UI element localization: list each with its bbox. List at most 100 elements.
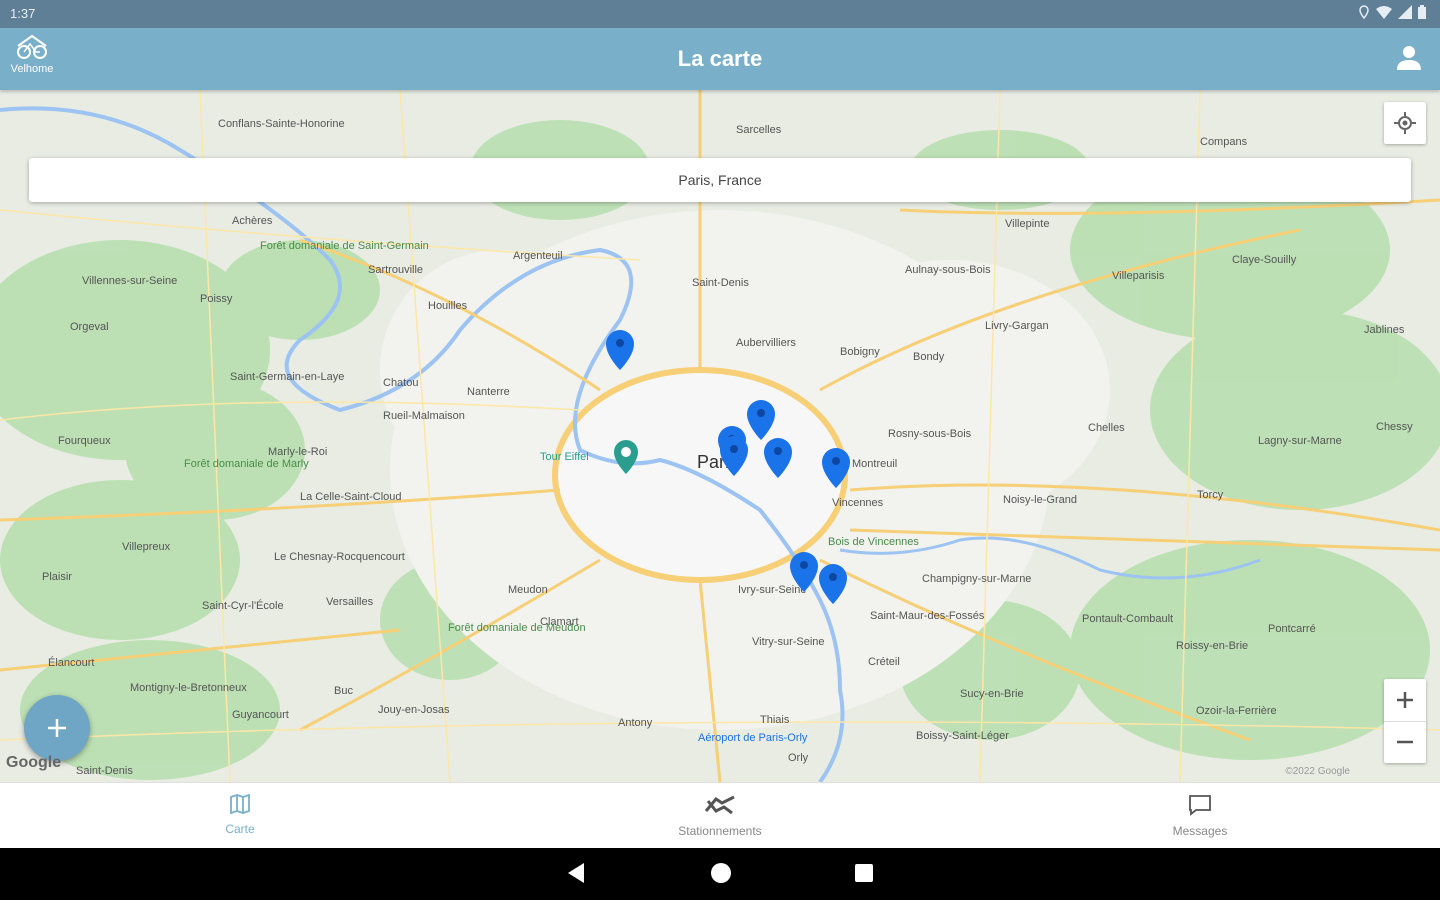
- map-label: Forêt domaniale de Meudon: [448, 622, 586, 634]
- profile-icon: [1397, 46, 1421, 70]
- recent-apps-icon[interactable]: [854, 862, 874, 884]
- home-icon[interactable]: [710, 862, 732, 884]
- bottom-navigation: Carte Stationnements Messages: [0, 782, 1440, 849]
- map-label: Créteil: [868, 656, 900, 668]
- map-label: Claye-Souilly: [1232, 254, 1297, 266]
- tab-carte-label: Carte: [225, 822, 255, 836]
- map-label: Élancourt: [48, 657, 95, 669]
- system-navigation-bar: [0, 848, 1440, 900]
- map-label: Argenteuil: [513, 250, 563, 262]
- map-label: La Celle-Saint-Cloud: [300, 491, 402, 503]
- location-pin-icon[interactable]: [764, 438, 792, 478]
- map-label: Livry-Gargan: [985, 320, 1049, 332]
- google-logo: Google: [6, 754, 62, 771]
- map-label: Champigny-sur-Marne: [922, 573, 1032, 585]
- landmark-icon[interactable]: [614, 440, 638, 474]
- battery-icon: [1418, 5, 1426, 19]
- map-label: Sucy-en-Brie: [960, 688, 1024, 700]
- map-label: Jablines: [1364, 324, 1405, 336]
- tab-stationnements[interactable]: Stationnements: [620, 793, 820, 838]
- profile-button[interactable]: [1396, 44, 1422, 75]
- status-bar: 1:37: [0, 0, 1440, 28]
- signal-icon: [1398, 5, 1412, 19]
- map-label: Noisy-le-Grand: [1003, 494, 1077, 506]
- map-label: Forêt domaniale de Saint-Germain: [260, 240, 429, 252]
- map-label: Meudon: [508, 584, 548, 596]
- zoom-in-icon: [1397, 692, 1413, 708]
- map-label: Saint-Denis: [76, 765, 133, 777]
- map-label: Conflans-Sainte-Honorine: [218, 118, 345, 130]
- map-label: Vitry-sur-Seine: [752, 636, 825, 648]
- map-label: Bobigny: [840, 346, 880, 358]
- map-label: Sartrouville: [368, 264, 424, 276]
- map-label: Aéroport de Paris-Orly: [698, 732, 808, 744]
- wifi-icon: [1376, 6, 1392, 19]
- map-label: Villepreux: [122, 541, 171, 553]
- zoom-controls: [1384, 679, 1426, 763]
- map-label: Houilles: [428, 300, 468, 312]
- map-label: Rosny-sous-Bois: [888, 428, 972, 440]
- location-pin-icon[interactable]: [606, 330, 634, 370]
- add-icon: [48, 719, 66, 737]
- map-label: Chessy: [1376, 421, 1413, 433]
- map-label: Saint-Maur-des-Fossés: [870, 610, 985, 622]
- location-pin-icon[interactable]: [747, 400, 775, 440]
- map-label: Aulnay-sous-Bois: [905, 264, 991, 276]
- map-label: Achères: [232, 215, 273, 227]
- map-label: Saint-Denis: [692, 277, 749, 289]
- map-label: Bois de Vincennes: [828, 536, 919, 548]
- bike-parking-icon: [704, 795, 735, 815]
- search-input[interactable]: Paris, France: [29, 158, 1411, 202]
- map-label: Forêt domaniale de Marly: [184, 458, 309, 470]
- map-label: Le Chesnay-Rocquencourt: [274, 551, 405, 563]
- back-icon[interactable]: [566, 862, 586, 884]
- map-label: Villennes-sur-Seine: [82, 275, 178, 287]
- my-location-icon: [1394, 112, 1416, 134]
- map-label: Orly: [788, 752, 809, 764]
- map-label: Boissy-Saint-Léger: [916, 730, 1009, 742]
- tab-messages[interactable]: Messages: [1100, 793, 1300, 838]
- status-icons: [1358, 5, 1426, 19]
- tab-carte[interactable]: Carte: [140, 793, 340, 836]
- map-label: Vincennes: [832, 497, 884, 509]
- map-label: Villeparisis: [1112, 270, 1165, 282]
- map-label: Tour Eiffel: [540, 451, 589, 463]
- map-label: Jouy-en-Josas: [378, 704, 450, 716]
- status-time: 1:37: [10, 6, 36, 21]
- map-label: Villepinte: [1005, 218, 1050, 230]
- map-label: Fourqueux: [58, 435, 111, 447]
- map-label: Pontcarré: [1268, 623, 1316, 635]
- map-label: Nanterre: [467, 386, 510, 398]
- zoom-out-button[interactable]: [1384, 721, 1426, 763]
- location-pin-icon[interactable]: [720, 436, 748, 476]
- map-label: Buc: [334, 685, 353, 697]
- my-location-button[interactable]: [1384, 102, 1426, 144]
- map-label: Rueil-Malmaison: [383, 410, 465, 422]
- add-button[interactable]: [24, 695, 90, 761]
- map-label: Saint-Cyr-l'École: [202, 600, 284, 612]
- map-copyright: ©2022 Google: [1285, 766, 1350, 777]
- app-bar: Velhome La carte: [0, 28, 1440, 90]
- map-label: Orgeval: [70, 321, 109, 333]
- zoom-out-icon: [1397, 740, 1413, 744]
- map-label: Compans: [1200, 136, 1248, 148]
- location-pin-icon[interactable]: [790, 552, 818, 592]
- map-label: Lagny-sur-Marne: [1258, 435, 1342, 447]
- page-title: La carte: [677, 46, 763, 71]
- zoom-in-button[interactable]: [1384, 679, 1426, 722]
- map-label: Bondy: [913, 351, 945, 363]
- location-pin-icon[interactable]: [822, 448, 850, 488]
- map-label: Roissy-en-Brie: [1176, 640, 1249, 652]
- map-label: Chatou: [383, 377, 419, 389]
- map-label: Poissy: [200, 293, 233, 305]
- map-view[interactable]: Conflans-Sainte-Honorine Sarcelles Compa…: [0, 90, 1440, 782]
- map-label: Thiais: [760, 714, 790, 726]
- map-label: Ozoir-la-Ferrière: [1196, 705, 1277, 717]
- tab-messages-label: Messages: [1172, 824, 1228, 838]
- map-label: Antony: [618, 717, 653, 729]
- map-label: Plaisir: [42, 571, 72, 583]
- map-label: Torcy: [1197, 489, 1224, 501]
- map-label: Chelles: [1088, 422, 1125, 434]
- location-pin-icon[interactable]: [819, 564, 847, 604]
- map-icon: [230, 793, 250, 815]
